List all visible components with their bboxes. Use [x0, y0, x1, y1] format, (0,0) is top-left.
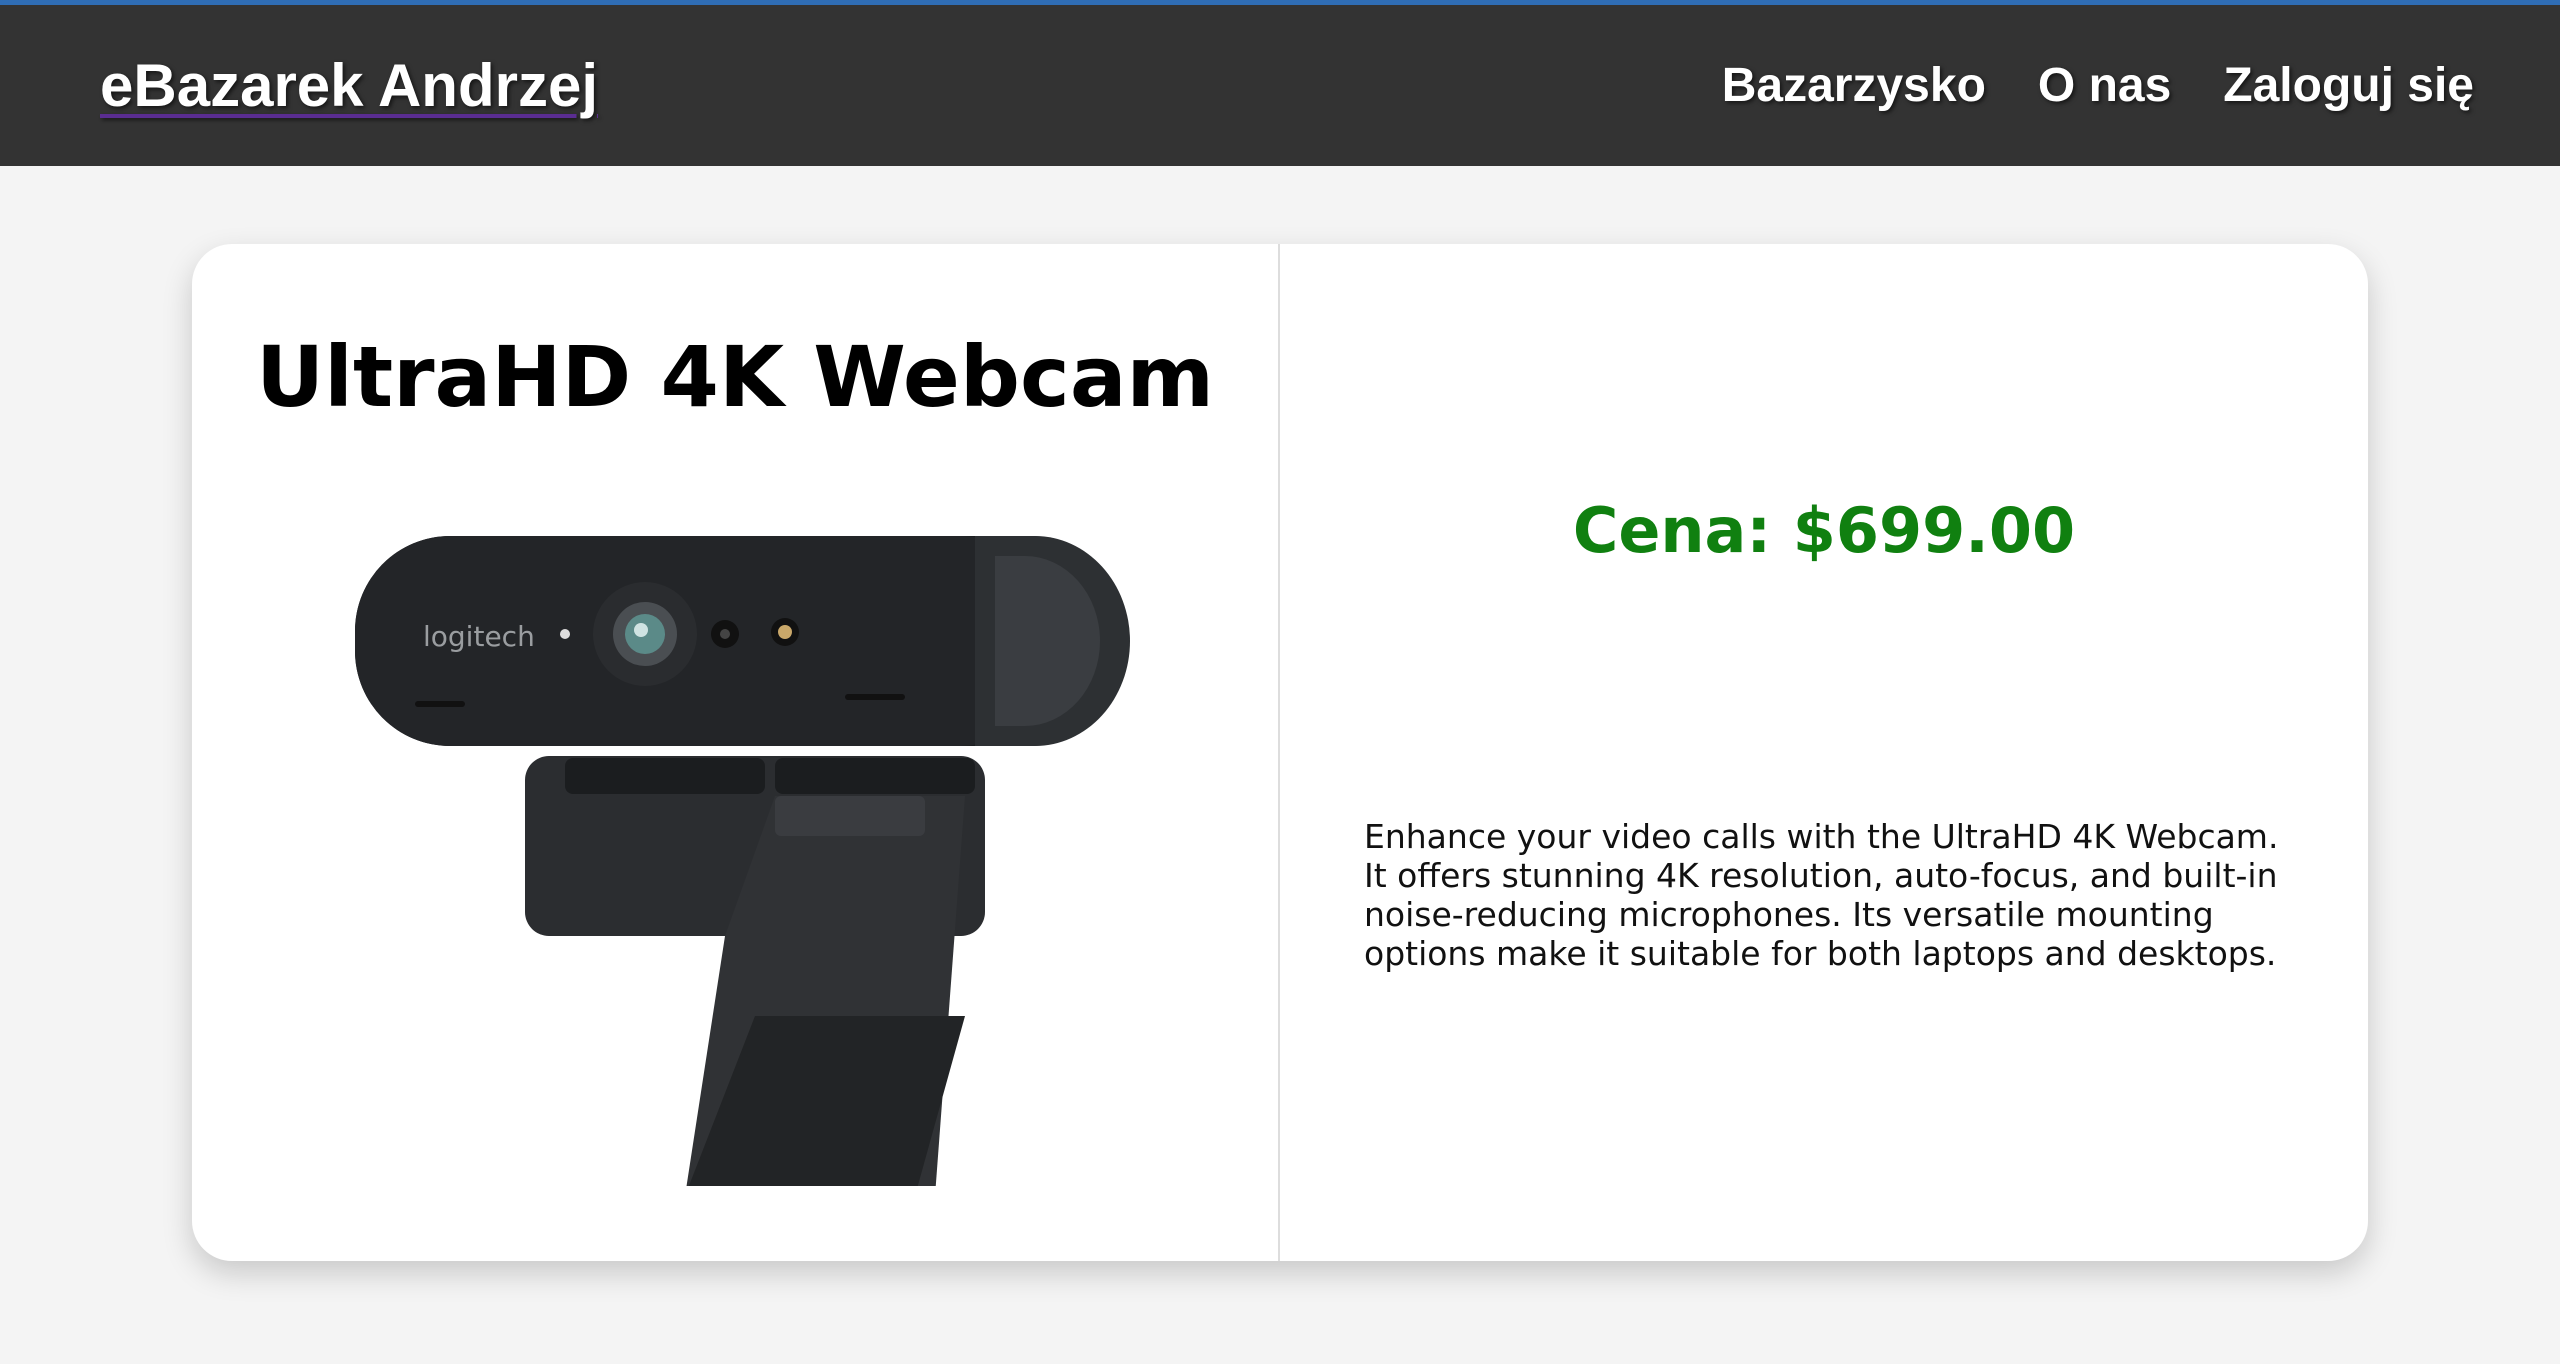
product-title: UltraHD 4K Webcam: [255, 328, 1215, 426]
product-price: Cena: $699.00: [1572, 494, 2076, 567]
product-right-panel: Cena: $699.00 Enhance your video calls w…: [1280, 244, 2368, 1261]
main-nav: Bazarzysko O nas Zaloguj się: [1722, 58, 2474, 113]
nav-link-login[interactable]: Zaloguj się: [2223, 58, 2474, 113]
navbar: eBazarek Andrzej Bazarzysko O nas Zalogu…: [0, 5, 2560, 166]
webcam-brand-text: logitech: [423, 620, 535, 653]
nav-link-about[interactable]: O nas: [2038, 58, 2171, 113]
product-left-panel: UltraHD 4K Webcam logitech: [192, 244, 1280, 1261]
product-card: UltraHD 4K Webcam logitech Cena: $699.00…: [192, 244, 2368, 1261]
brand-link[interactable]: eBazarek Andrzej: [100, 51, 598, 120]
product-description: Enhance your video calls with the UltraH…: [1364, 817, 2279, 973]
product-image: logitech: [335, 496, 1135, 1196]
nav-link-bazarzysko[interactable]: Bazarzysko: [1722, 58, 1986, 113]
